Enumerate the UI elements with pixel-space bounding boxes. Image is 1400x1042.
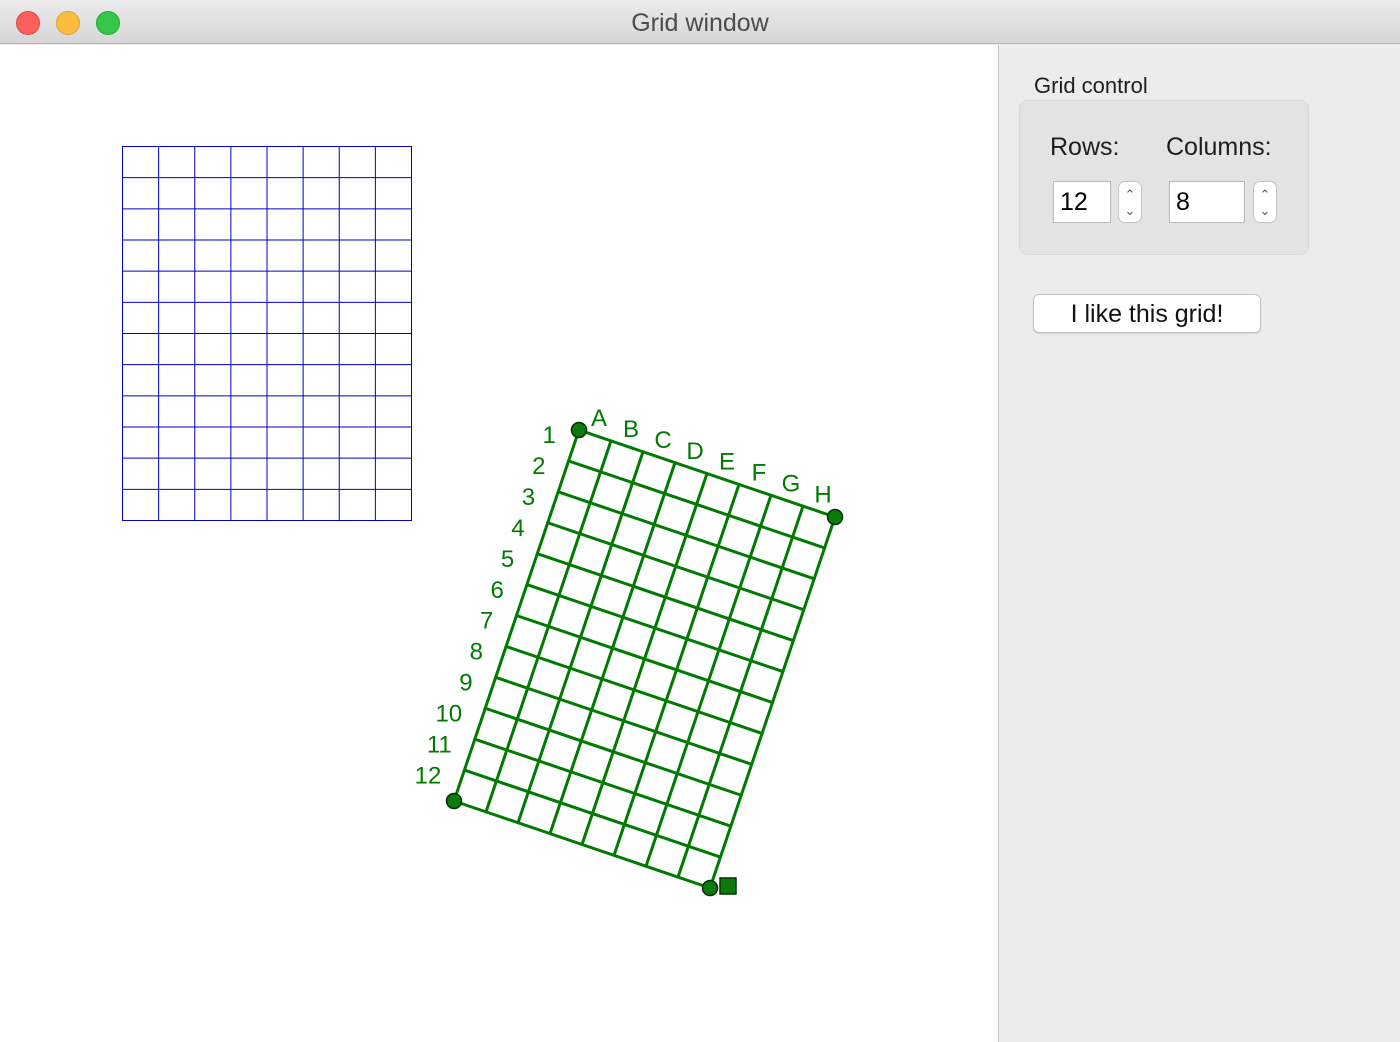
rows-increment-icon[interactable]: ⌃ [1119,188,1141,201]
side-panel: Grid control Rows: ⌃ ⌄ Columns: ⌃ ⌄ I li… [999,45,1400,1042]
column-label: G [782,470,801,497]
grid-row-line [535,552,795,643]
grid-row-line [546,521,806,612]
grid-row-line [515,614,774,704]
grid-row-line [483,706,743,797]
columns-decrement-icon[interactable]: ⌄ [1254,204,1276,217]
column-label: A [591,405,607,432]
row-label: 9 [459,670,472,697]
title-bar[interactable]: Grid window [0,0,1400,44]
grid-canvas[interactable]: A B C D E F G H 1 2 3 4 5 6 7 8 9 10 11 12 [0,45,999,1042]
transformed-grid[interactable] [452,428,837,890]
column-label: C [654,427,671,454]
window-title: Grid window [631,9,769,37]
rows-input[interactable] [1053,181,1111,223]
row-label: 3 [522,484,535,511]
columns-increment-icon[interactable]: ⌃ [1254,188,1276,201]
corner-handle[interactable] [701,879,719,897]
row-label: 5 [501,546,514,573]
grid-row-line [494,675,754,766]
column-label: E [719,449,735,476]
row-label: 4 [511,515,524,542]
columns-label: Columns: [1166,133,1272,161]
like-grid-button[interactable]: I like this grid! [1033,294,1261,333]
row-label: 8 [470,639,483,666]
row-label: 6 [490,577,503,604]
rows-label: Rows: [1050,133,1120,161]
column-label: D [686,438,703,465]
grid-row-line [462,768,722,859]
columns-input[interactable] [1169,181,1245,223]
grid-row-line [556,490,816,581]
columns-stepper[interactable]: ⌃ ⌄ [1253,181,1277,223]
grid-row-line [504,644,764,735]
column-label: F [752,460,767,487]
column-label: B [623,416,639,443]
rotate-handle[interactable] [719,877,737,895]
grid-drawing[interactable]: A B C D E F G H123456789101112 [0,45,998,1042]
corner-handle[interactable] [570,421,588,439]
corner-handle[interactable] [445,792,463,810]
row-label: 12 [415,762,442,789]
grid-row-line [525,583,785,674]
row-label: 1 [543,422,556,449]
row-label: 10 [435,700,462,727]
corner-handle[interactable] [826,508,844,526]
rows-stepper[interactable]: ⌃ ⌄ [1118,181,1142,223]
grid-control-group: Rows: ⌃ ⌄ Columns: ⌃ ⌄ [1019,100,1309,255]
row-label: 2 [532,453,545,480]
grid-row-line [452,799,712,890]
row-label: 7 [480,608,493,635]
preview-grid [122,146,412,521]
row-label: 11 [427,731,452,758]
rows-decrement-icon[interactable]: ⌄ [1119,204,1141,217]
grid-control-label: Grid control [1034,73,1148,98]
grid-row-line [473,737,733,828]
column-label: H [814,481,831,508]
